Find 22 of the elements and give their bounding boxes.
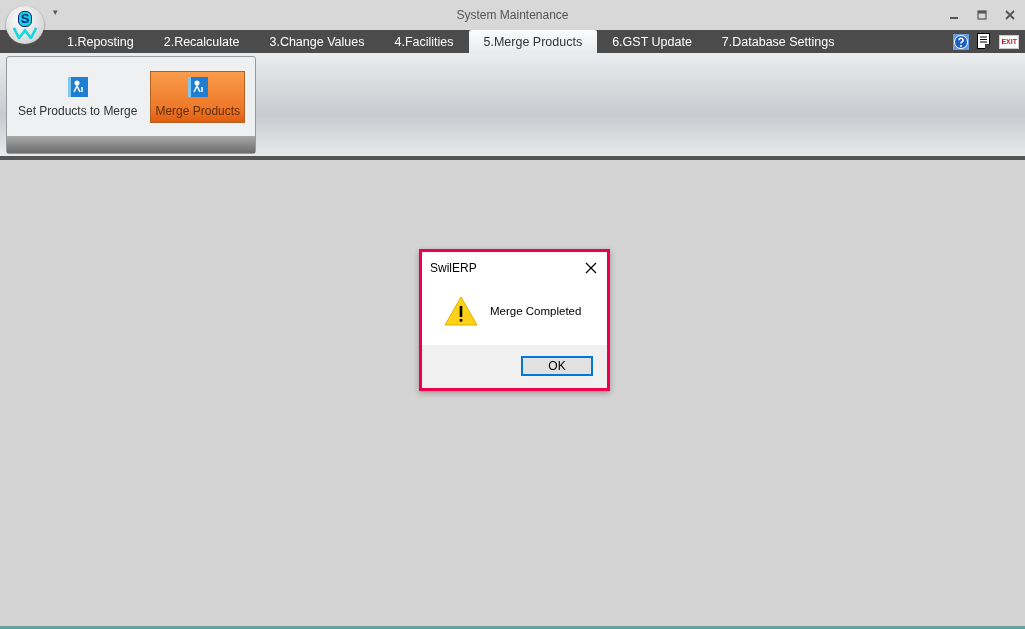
ok-button[interactable]: OK [521, 356, 593, 376]
ribbon-tab[interactable]: 5.Merge Products [468, 30, 598, 53]
window-title: System Maintenance [456, 8, 569, 22]
dialog-message: Merge Completed [490, 305, 582, 317]
ribbon-button[interactable]: Set Products to Merge [13, 70, 143, 123]
ribbon-tab[interactable]: 6.GST Update [597, 30, 707, 53]
dialog-title: SwilERP [430, 261, 477, 275]
quick-access-dropdown[interactable]: ▾ [53, 7, 58, 17]
document-icon[interactable] [977, 33, 992, 50]
ribbon-tab[interactable]: 3.Change Values [254, 30, 380, 53]
warning-icon [444, 296, 478, 326]
maximize-icon[interactable] [977, 10, 987, 20]
ribbon-tab[interactable]: 2.Recalculate [148, 30, 255, 53]
app-logo[interactable]: S [6, 6, 44, 44]
ribbon-button[interactable]: Merge Products [150, 70, 246, 123]
help-icon[interactable] [953, 33, 970, 50]
ribbon-tab[interactable]: 7.Database Settings [706, 30, 850, 53]
ribbon-tab[interactable]: 1.Reposting [52, 30, 149, 53]
user-card-icon [67, 76, 88, 97]
close-icon[interactable] [585, 262, 597, 274]
ribbon-tab[interactable]: 4.Facilities [379, 30, 469, 53]
user-card-icon [187, 76, 208, 97]
